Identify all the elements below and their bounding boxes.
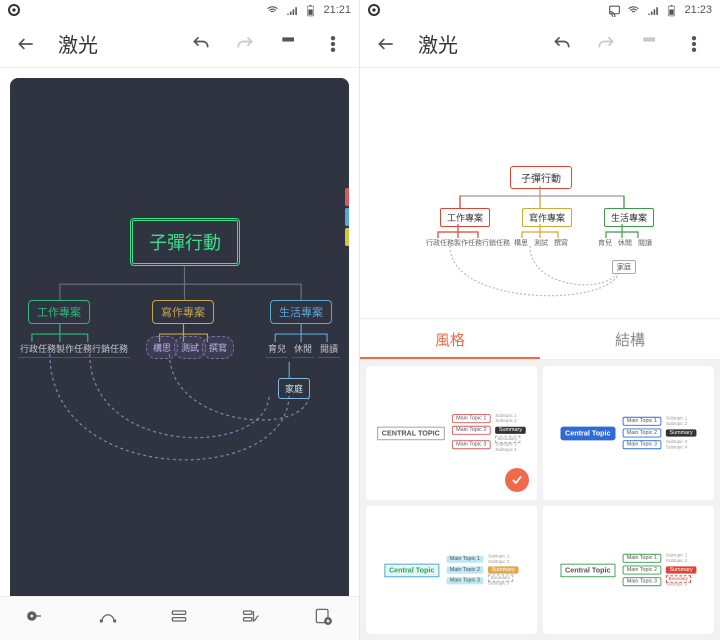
branch-node-2[interactable]: 寫作專案 — [152, 300, 214, 324]
card-topic: Main Topic 2 — [622, 429, 661, 438]
preview-leaf: 撰寫 — [554, 238, 568, 248]
add-relation-button[interactable] — [98, 606, 118, 631]
wifi-icon — [627, 4, 640, 17]
add-node-button[interactable] — [26, 606, 46, 631]
leaf-node[interactable]: 撰寫 — [202, 336, 234, 359]
style-card[interactable]: Central Topic Main Topic 1 Subtopic 1Sub… — [366, 506, 537, 634]
app-title: 激光 — [418, 29, 538, 58]
summary-button[interactable] — [241, 606, 261, 631]
more-button[interactable] — [674, 24, 714, 64]
signal-icon — [285, 4, 298, 17]
card-central: Central Topic — [561, 563, 615, 577]
format-button[interactable] — [269, 24, 309, 64]
redo-button[interactable] — [225, 24, 265, 64]
app-bar: 激光 — [0, 20, 359, 68]
card-summary: Summary — [666, 429, 696, 436]
root-node[interactable]: 子彈行動 — [130, 218, 240, 266]
preview-root: 子彈行動 — [510, 166, 572, 189]
extra-node[interactable]: 家庭 — [278, 378, 310, 399]
app-bar: 激光 — [360, 20, 720, 68]
battery-icon — [304, 4, 317, 17]
mindmap-canvas[interactable]: 子彈行動 工作專案 寫作專案 生活專案 行政任務 製作任務 行銷任務 構思 測試… — [10, 78, 349, 618]
branch-node-1[interactable]: 工作專案 — [28, 300, 90, 324]
style-card[interactable]: CENTRAL TOPIC Main Topic 1 Subtopic 1Sub… — [366, 366, 537, 500]
add-sheet-button[interactable] — [313, 606, 333, 631]
signal-icon — [646, 4, 659, 17]
status-bar: 21:23 — [360, 0, 720, 20]
leaf-node[interactable]: 製作任務 — [54, 342, 94, 358]
preview-branch: 寫作專案 — [522, 208, 572, 227]
card-topic: Main Topic 3 — [452, 440, 491, 449]
card-topic: Main Topic 3 — [622, 440, 661, 449]
more-button[interactable] — [313, 24, 353, 64]
leaf-node[interactable]: 閱讀 — [318, 342, 340, 358]
style-structure-tabs: 風格 結構 — [360, 318, 720, 360]
card-topic: Main Topic 3 — [622, 577, 661, 586]
leaf-node[interactable]: 休閒 — [292, 342, 314, 358]
preview-leaf: 製作任務 — [454, 238, 482, 248]
card-topic: Main Topic 2 — [622, 566, 661, 575]
preview-leaf: 行政任務 — [426, 238, 454, 248]
leaf-node[interactable]: 行銷任務 — [90, 342, 130, 358]
card-central: Central Topic — [385, 563, 439, 577]
preview-leaf: 測試 — [534, 238, 548, 248]
preview-branch: 工作專案 — [440, 208, 490, 227]
card-topic: Main Topic 1 — [452, 414, 491, 423]
tab-style[interactable]: 風格 — [360, 319, 540, 359]
edge-color-tabs[interactable] — [345, 188, 349, 246]
style-card[interactable]: Central Topic Main Topic 1 Subtopic 1Sub… — [543, 366, 714, 500]
mindmap-preview[interactable]: 子彈行動 工作專案 寫作專案 生活專案 行政任務 製作任務 行銷任務 構思 測試… — [360, 68, 720, 318]
card-summary: Summary — [495, 427, 525, 434]
card-topic: Main Topic 1 — [622, 417, 661, 426]
back-button[interactable] — [366, 24, 406, 64]
style-card[interactable]: Central Topic Main Topic 1 Subtopic 1Sub… — [543, 506, 714, 634]
preview-leaf: 構思 — [514, 238, 528, 248]
status-time: 21:23 — [684, 4, 712, 16]
aperture-icon — [8, 4, 20, 16]
status-time: 21:21 — [323, 4, 351, 16]
preview-extra: 家庭 — [612, 260, 636, 274]
redo-button[interactable] — [586, 24, 626, 64]
wifi-icon — [266, 4, 279, 17]
leaf-node[interactable]: 育兒 — [266, 342, 288, 358]
tab-structure[interactable]: 結構 — [540, 319, 720, 359]
battery-icon — [665, 4, 678, 17]
bottom-toolbar — [0, 596, 359, 640]
branch-node-3[interactable]: 生活專案 — [270, 300, 332, 324]
style-grid[interactable]: CENTRAL TOPIC Main Topic 1 Subtopic 1Sub… — [360, 360, 720, 640]
aperture-icon — [368, 4, 380, 16]
undo-button[interactable] — [542, 24, 582, 64]
preview-leaf: 休閒 — [618, 238, 632, 248]
card-topic: Main Topic 1 — [446, 556, 483, 563]
card-central: CENTRAL TOPIC — [377, 426, 444, 440]
preview-branch: 生活專案 — [604, 208, 654, 227]
preview-leaf: 育兒 — [598, 238, 612, 248]
preview-leaf: 行銷任務 — [482, 238, 510, 248]
card-topic: Main Topic 2 — [446, 566, 483, 573]
card-topic: Main Topic 2 — [452, 426, 491, 435]
status-bar: 21:21 — [0, 0, 359, 20]
cast-icon — [608, 4, 621, 17]
back-button[interactable] — [6, 24, 46, 64]
card-central: Central Topic — [561, 426, 615, 440]
card-summary: Summary — [488, 566, 518, 573]
preview-leaf: 閱讀 — [638, 238, 652, 248]
undo-button[interactable] — [181, 24, 221, 64]
app-title: 激光 — [58, 29, 177, 58]
outline-button[interactable] — [169, 606, 189, 631]
card-topic: Main Topic 1 — [622, 554, 661, 563]
card-summary: Summary — [666, 566, 696, 573]
left-screenshot: 21:21 激光 — [0, 0, 360, 640]
format-button[interactable] — [630, 24, 670, 64]
selected-check-icon — [505, 468, 529, 492]
right-screenshot: 21:23 激光 — [360, 0, 720, 640]
leaf-node[interactable]: 行政任務 — [18, 342, 58, 358]
card-topic: Main Topic 3 — [446, 577, 483, 584]
preview-connectors — [360, 68, 720, 318]
